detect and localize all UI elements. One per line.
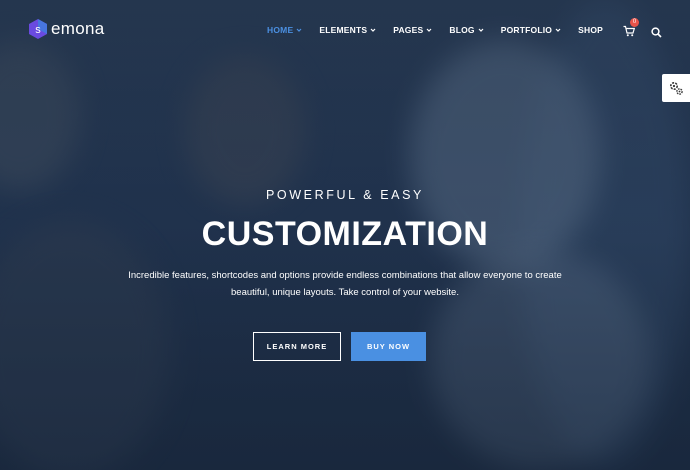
nav-item-shop[interactable]: SHOP	[578, 25, 603, 35]
cart-count-badge: 0	[630, 18, 639, 27]
nav-item-label: PORTFOLIO	[500, 25, 553, 35]
site-header: s emona HOME ELEMENTS PAGES BLOG PORTFOL…	[0, 0, 690, 60]
main-nav: HOME ELEMENTS PAGES BLOG PORTFOLIO SHOP	[250, 18, 662, 38]
nav-item-label: PAGES	[393, 25, 424, 35]
nav-item-home[interactable]: HOME	[267, 25, 302, 35]
buy-now-button[interactable]: BUY NOW	[351, 332, 426, 361]
nav-item-portfolio[interactable]: PORTFOLIO	[501, 25, 561, 35]
search-icon	[651, 26, 662, 38]
settings-panel-toggle[interactable]	[662, 74, 690, 102]
cart-button[interactable]: 0	[623, 18, 639, 37]
hero-description-line: Incredible features, shortcodes and opti…	[128, 270, 562, 281]
nav-item-pages[interactable]: PAGES	[393, 25, 432, 35]
chevron-down-icon	[296, 28, 302, 32]
hero-eyebrow: POWERFUL & EASY	[265, 188, 424, 202]
chevron-down-icon	[478, 28, 484, 32]
nav-item-blog[interactable]: BLOG	[449, 25, 484, 35]
nav-item-elements[interactable]: ELEMENTS	[319, 25, 376, 35]
nav-item-label: BLOG	[449, 25, 475, 35]
logo-hexagon-icon: s	[28, 18, 48, 40]
hero-headline: CUSTOMIZATION	[201, 215, 489, 253]
hero-description-line: beautiful, unique layouts. Take control …	[231, 287, 459, 298]
nav-item-label: ELEMENTS	[319, 25, 368, 35]
chevron-down-icon	[555, 28, 561, 32]
hero-description: Incredible features, shortcodes and opti…	[120, 267, 570, 301]
chevron-down-icon	[426, 28, 432, 32]
chevron-down-icon	[370, 28, 376, 32]
hero-section: s emona HOME ELEMENTS PAGES BLOG PORTFOL…	[0, 0, 690, 470]
search-button[interactable]	[651, 25, 662, 38]
gears-icon	[669, 81, 683, 95]
nav-item-label: SHOP	[578, 25, 603, 35]
nav-item-label: HOME	[267, 25, 294, 35]
learn-more-button[interactable]: LEARN MORE	[253, 332, 341, 361]
brand-name: emona	[51, 19, 105, 38]
logo[interactable]: s emona	[28, 18, 104, 40]
logo-letter: s	[35, 24, 41, 36]
